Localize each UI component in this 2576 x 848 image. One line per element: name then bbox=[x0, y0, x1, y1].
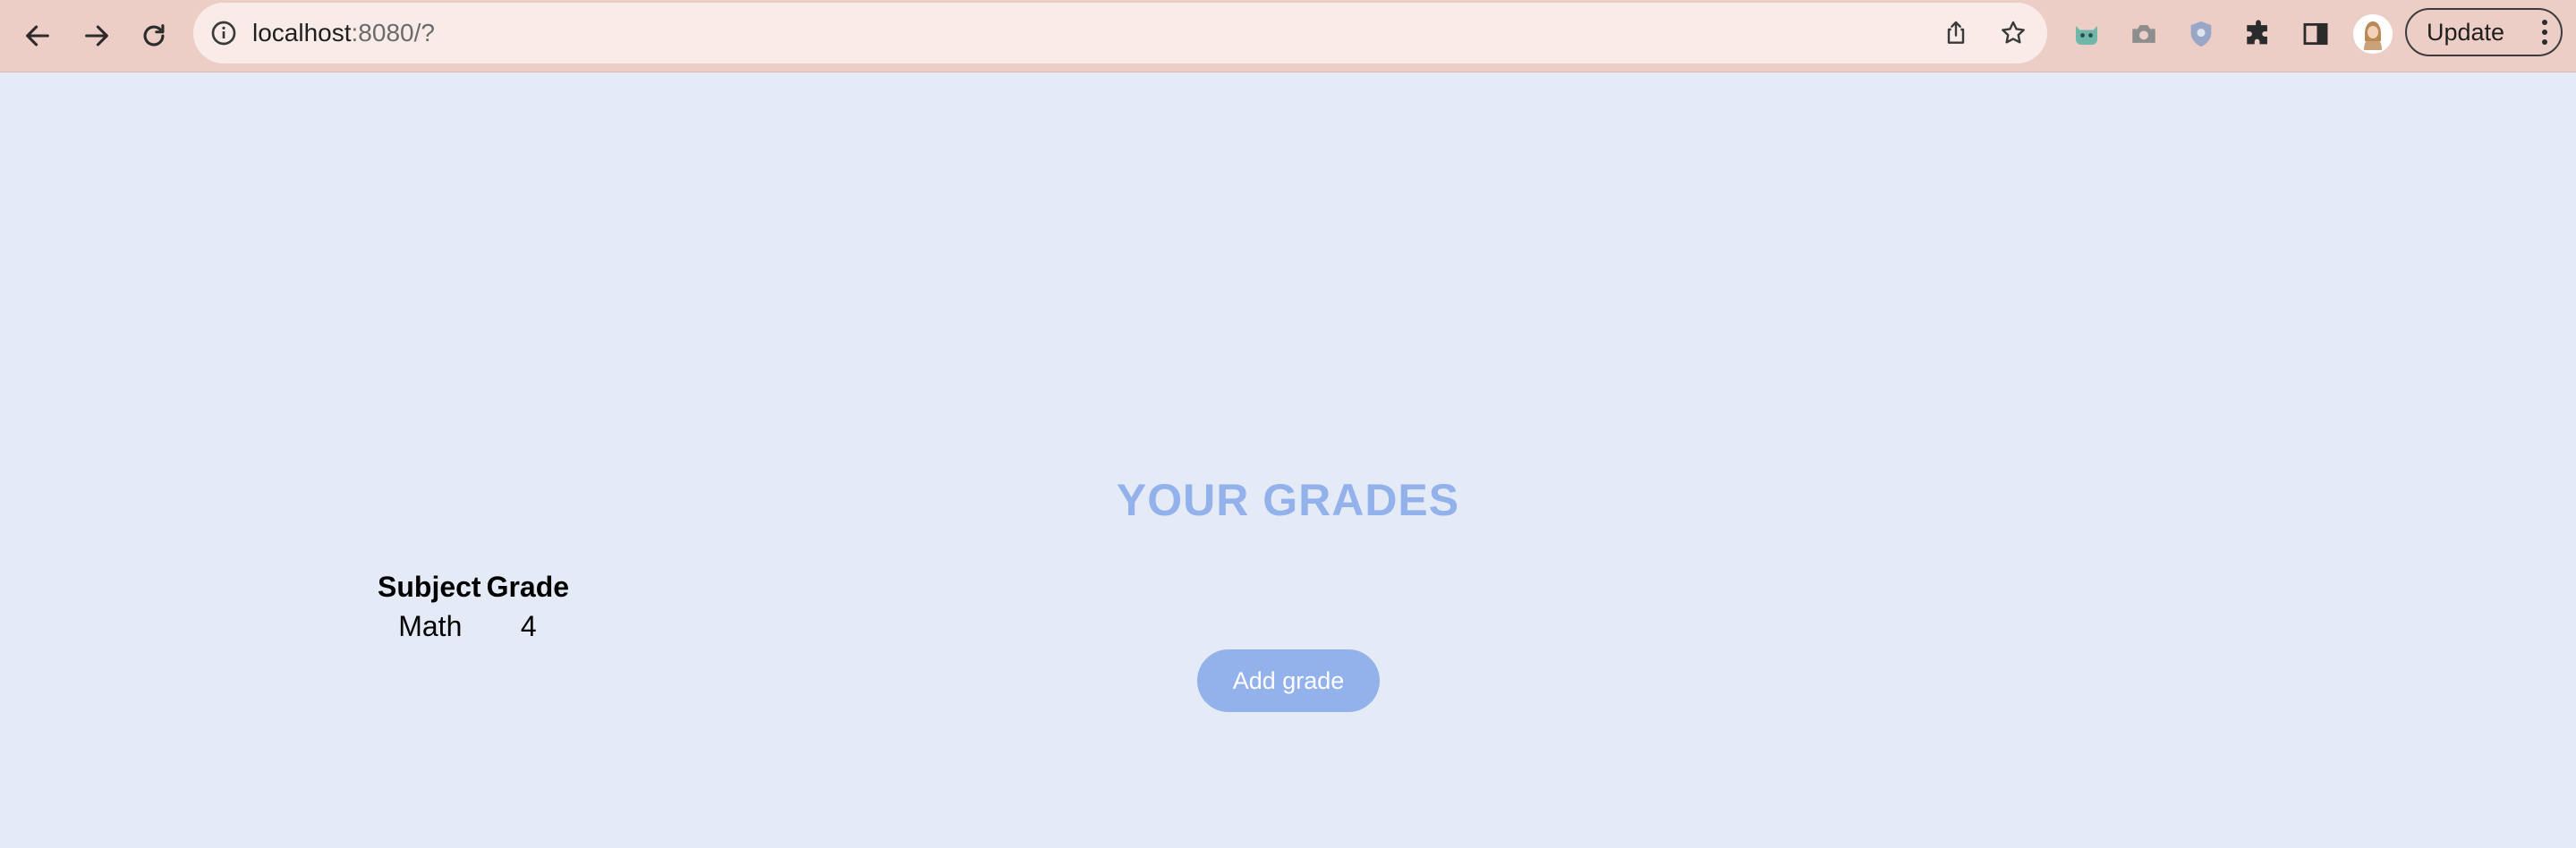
extensions-puzzle-icon bbox=[2247, 20, 2267, 45]
add-grade-button[interactable]: Add grade bbox=[1197, 649, 1380, 712]
url-path: :8080/? bbox=[351, 19, 435, 47]
share-icon[interactable] bbox=[1942, 19, 1970, 47]
url-host: localhost bbox=[252, 19, 352, 47]
extension-cat-icon bbox=[2076, 26, 2097, 45]
extension-shield-button[interactable] bbox=[2183, 16, 2219, 52]
extension-camera-button[interactable] bbox=[2126, 16, 2162, 52]
forward-icon bbox=[85, 25, 108, 47]
update-button[interactable]: Update bbox=[2405, 8, 2563, 56]
back-icon bbox=[26, 25, 49, 47]
reload-button[interactable] bbox=[132, 14, 175, 57]
forward-button[interactable] bbox=[75, 14, 118, 57]
menu-dots-icon bbox=[2542, 20, 2547, 45]
table-row: Math 4 bbox=[376, 605, 573, 648]
profile-avatar-image bbox=[2353, 14, 2393, 54]
extensions-button[interactable] bbox=[2240, 16, 2276, 52]
browser-toolbar: localhost:8080/? Update bbox=[0, 0, 2576, 72]
table-header-row: Subject Grade bbox=[376, 569, 573, 605]
bookmark-star-icon[interactable] bbox=[1999, 19, 2028, 47]
page-title: YOUR GRADES bbox=[1116, 475, 1460, 525]
site-info-icon[interactable] bbox=[209, 19, 238, 47]
column-header-grade: Grade bbox=[486, 570, 570, 603]
side-panel-icon bbox=[2303, 22, 2328, 46]
side-panel-button[interactable] bbox=[2298, 16, 2334, 52]
cell-subject: Math bbox=[398, 609, 463, 642]
reload-icon bbox=[143, 24, 165, 47]
cell-grade: 4 bbox=[520, 609, 537, 642]
url-text[interactable]: localhost:8080/? bbox=[252, 3, 435, 64]
column-header-subject: Subject bbox=[378, 570, 481, 603]
address-bar[interactable]: localhost:8080/? bbox=[193, 3, 2047, 64]
grades-table: Subject Grade Math 4 bbox=[376, 569, 573, 648]
extension-cat-button[interactable] bbox=[2069, 16, 2104, 52]
extension-camera-icon bbox=[2132, 25, 2155, 43]
update-label: Update bbox=[2427, 18, 2505, 46]
back-button[interactable] bbox=[16, 14, 59, 57]
profile-avatar[interactable] bbox=[2353, 14, 2393, 54]
extension-shield-icon bbox=[2190, 21, 2212, 47]
